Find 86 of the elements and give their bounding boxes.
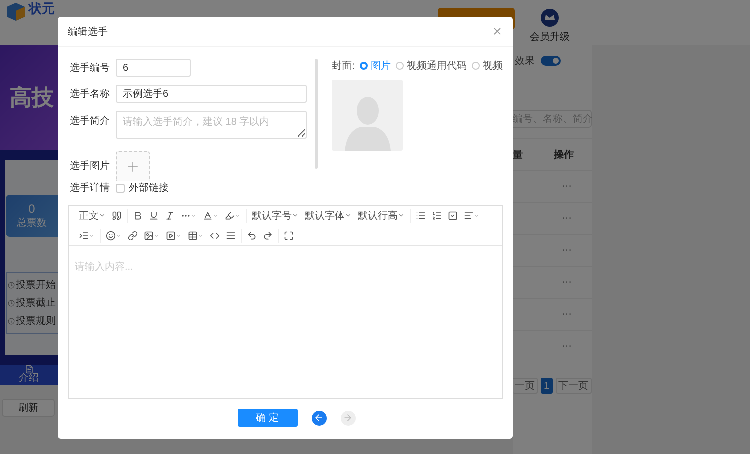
nav-tab[interactable]: 介绍: [19, 374, 39, 384]
dialog-title: 编辑选手: [68, 26, 108, 38]
text-input[interactable]: 示例选手6: [116, 85, 307, 103]
stat-value: 0: [28, 202, 36, 216]
info-text: 投票截止: [16, 296, 56, 310]
more-actions-button[interactable]: ···: [562, 213, 572, 224]
link-icon[interactable]: [128, 230, 138, 240]
clock-icon: [8, 300, 15, 306]
info-icon: [8, 318, 15, 324]
more-actions-button[interactable]: ···: [562, 181, 572, 192]
format-dropdown[interactable]: 默认字体: [305, 208, 352, 222]
intro-textarea[interactable]: 请输入选手简介，建议 18 字以内: [116, 111, 307, 139]
document-icon: [24, 365, 34, 374]
paragraph-dropdown[interactable]: 正文: [79, 208, 106, 222]
more-actions-button[interactable]: ···: [562, 341, 572, 352]
column-header: 量: [513, 148, 523, 162]
caret-icon: [116, 232, 122, 238]
info-text: 投票规则: [16, 314, 56, 328]
banner-text: 高技: [10, 84, 54, 112]
format-dropdown[interactable]: 默认字号: [252, 208, 299, 222]
cover-label: 封面:: [332, 60, 355, 73]
page-button[interactable]: 1: [541, 378, 553, 394]
toggle-switch[interactable]: [541, 56, 561, 66]
vip-upgrade-label[interactable]: 会员升级: [530, 30, 570, 44]
underline-icon[interactable]: [149, 210, 159, 220]
next-page-button[interactable]: 下一页: [556, 378, 592, 394]
numbered-list-icon[interactable]: [432, 210, 442, 220]
font-color-icon[interactable]: [203, 210, 213, 220]
more-actions-button[interactable]: ···: [562, 245, 572, 256]
confirm-button[interactable]: 确 定: [238, 409, 298, 427]
refresh-button[interactable]: 刷新: [2, 399, 55, 417]
toggle-label: 效果: [515, 55, 535, 68]
checklist-icon[interactable]: [448, 210, 458, 220]
more-actions-button[interactable]: ···: [562, 277, 572, 288]
more-actions-button[interactable]: ···: [562, 309, 572, 320]
column-header: 操作: [554, 148, 574, 162]
emoji-icon[interactable]: [106, 230, 116, 240]
fullscreen-icon[interactable]: [284, 230, 294, 240]
prev-page-button[interactable]: 一页: [513, 378, 538, 394]
caret-icon: [89, 232, 95, 238]
brand-name: 状元: [29, 2, 55, 16]
close-icon[interactable]: [492, 26, 503, 37]
italic-icon[interactable]: [165, 210, 175, 220]
field-label: 选手名称: [70, 88, 111, 101]
vip-badge-icon: [540, 8, 560, 28]
field-label: 选手编号: [70, 62, 111, 75]
redo-icon[interactable]: [263, 230, 273, 240]
divider-icon[interactable]: [226, 230, 236, 240]
caret-icon: [198, 232, 204, 238]
caret-icon: [99, 212, 106, 219]
cover-radio[interactable]: 视频通用代码: [396, 59, 467, 73]
right-arrow-icon: [343, 413, 353, 423]
caret-icon: [176, 232, 182, 238]
caret-icon: [213, 212, 219, 218]
stat-label: 总票数: [17, 216, 47, 230]
field-label: 选手图片: [70, 160, 111, 173]
external-link-checkbox[interactable]: 外部链接: [116, 181, 169, 195]
left-arrow-icon: [314, 413, 324, 423]
code-icon[interactable]: [210, 230, 220, 240]
bullet-list-icon[interactable]: [416, 210, 426, 220]
undo-icon[interactable]: [247, 230, 257, 240]
caret-icon: [154, 232, 160, 238]
table-icon[interactable]: [188, 230, 198, 240]
text-input[interactable]: 6: [116, 59, 191, 77]
caret-icon: [474, 212, 480, 218]
clock-icon: [8, 282, 15, 288]
highlight-icon[interactable]: [225, 210, 235, 220]
quote-icon[interactable]: [112, 210, 122, 220]
caret-icon: [191, 212, 197, 218]
bold-icon[interactable]: [133, 210, 143, 220]
caret-icon: [292, 212, 299, 219]
field-label: 选手详情: [70, 182, 111, 195]
format-dropdown[interactable]: 默认行高: [358, 208, 405, 222]
video-icon[interactable]: [166, 230, 176, 240]
info-text: 投票开始: [16, 278, 56, 292]
caret-icon: [398, 212, 405, 219]
caret-icon: [235, 212, 241, 218]
align-icon[interactable]: [464, 210, 474, 220]
cover-radio[interactable]: 视频: [472, 59, 503, 73]
cover-radio[interactable]: 图片: [360, 59, 391, 73]
indent-icon[interactable]: [79, 230, 89, 240]
field-label: 选手简介: [70, 114, 111, 128]
cube-logo-icon: [6, 2, 26, 22]
previous-arrow-button[interactable]: [312, 410, 326, 426]
image-icon[interactable]: [144, 230, 154, 240]
caret-icon: [345, 212, 352, 219]
